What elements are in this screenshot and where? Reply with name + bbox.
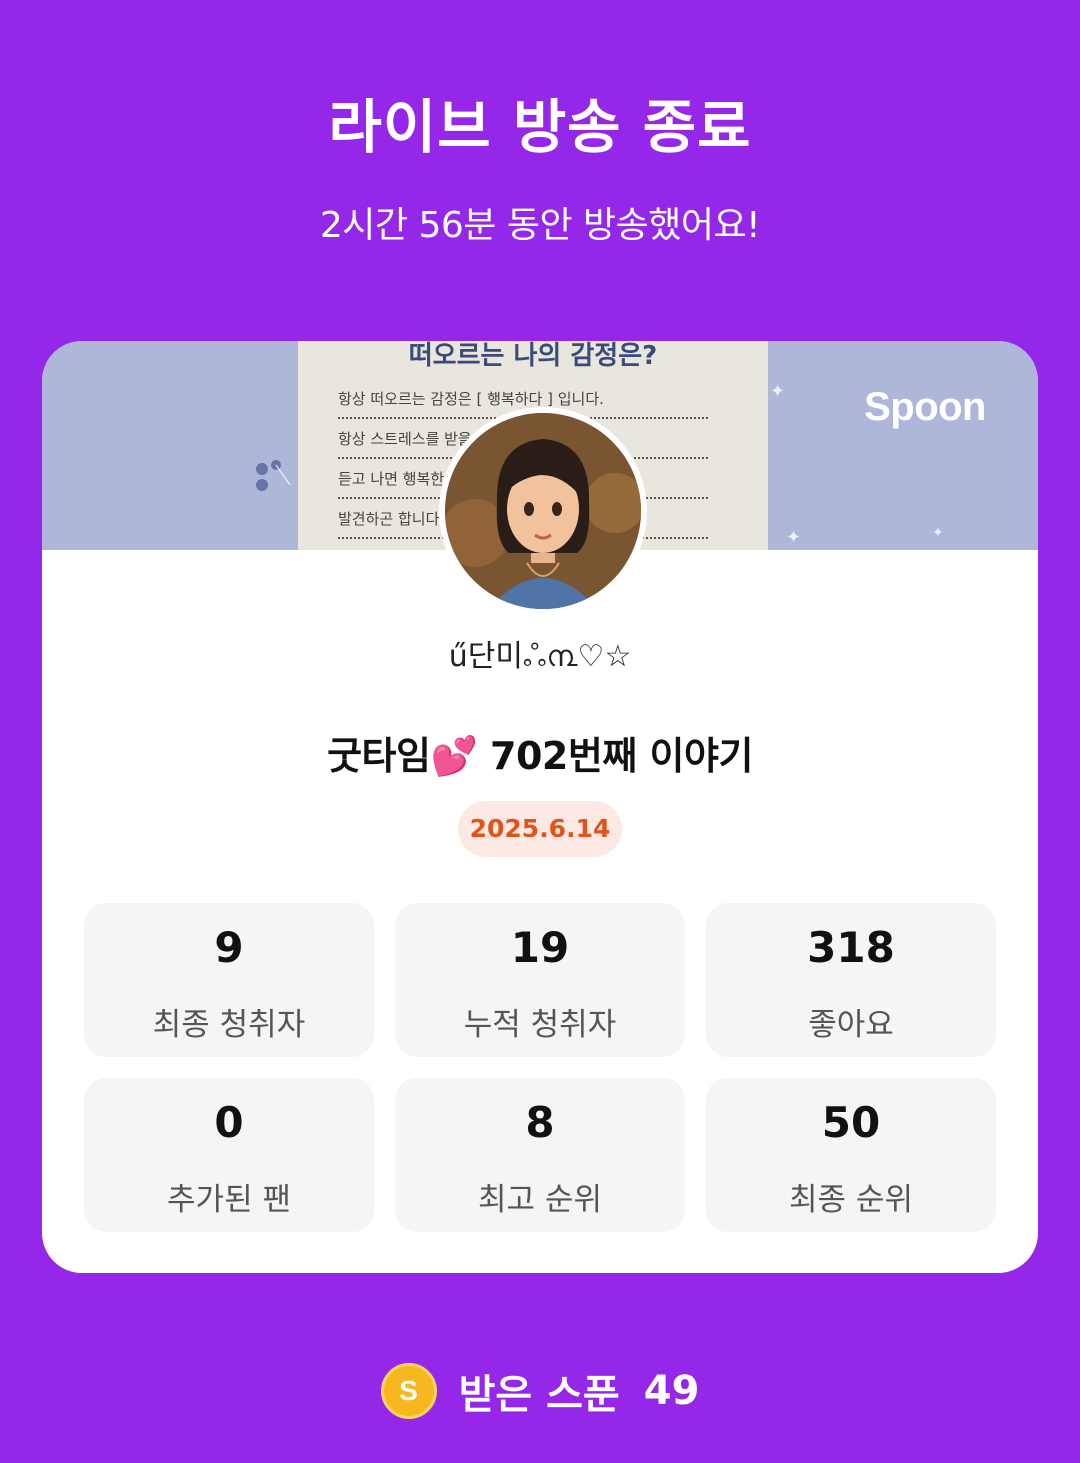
avatar[interactable] [439, 407, 647, 615]
stat-label: 최종 순위 [789, 1182, 913, 1218]
received-spoons: S 받은 스푼 49 [0, 1362, 1080, 1422]
stat-label: 추가된 팬 [167, 1182, 291, 1218]
stat-value: 8 [525, 1098, 555, 1147]
host-username[interactable]: ű단미ஃ൩♡☆ [42, 631, 1038, 678]
broadcast-duration: 2시간 56분 동안 방송했어요! [319, 205, 761, 246]
received-spoons-count: 49 [643, 1368, 700, 1414]
broadcast-summary-card: 떠오르는 나의 감정은? 항상 떠오르는 감정은 [ 행복하다 ] 입니다. 항… [42, 341, 1038, 1273]
sparkle-icon: ✦ [932, 525, 944, 541]
stat-value: 9 [214, 923, 244, 972]
stat-final-listeners: 9 최종 청취자 [84, 903, 374, 1057]
spoon-logo: Spoon [864, 385, 986, 429]
broadcast-title-text: 굿타임 [327, 734, 431, 778]
broadcast-title: 굿타임💕 702번째 이야기 [42, 725, 1038, 780]
stat-highest-rank: 8 최고 순위 [395, 1078, 685, 1232]
stat-total-listeners: 19 누적 청취자 [395, 903, 685, 1057]
received-spoons-label: 받은 스푼 [458, 1372, 620, 1418]
sparkle-icon: ✦ [770, 381, 786, 402]
stat-label: 최종 청취자 [152, 1007, 306, 1043]
dots-decoration-icon [256, 460, 291, 491]
stat-label: 최고 순위 [478, 1182, 602, 1218]
two-hearts-icon: 💕 [430, 734, 478, 778]
sparkle-icon: ✦ [786, 527, 802, 548]
broadcast-date-badge: 2025.6.14 [458, 801, 622, 857]
stat-label: 누적 청취자 [463, 1007, 617, 1043]
stat-new-fans: 0 추가된 팬 [84, 1078, 374, 1232]
stat-value: 50 [821, 1098, 881, 1147]
stat-likes: 318 좋아요 [706, 903, 996, 1057]
page-title: 라이브 방송 종료 [328, 93, 752, 161]
stat-final-rank: 50 최종 순위 [706, 1078, 996, 1232]
cover-paper-title: 떠오르는 나의 감정은? [408, 341, 658, 371]
broadcast-title-episode: 702번째 이야기 [490, 734, 753, 778]
stat-value: 19 [510, 923, 570, 972]
spoon-coin-icon: S [380, 1363, 437, 1419]
stat-value: 318 [807, 923, 895, 972]
stat-value: 0 [214, 1098, 244, 1147]
stat-label: 좋아요 [808, 1007, 894, 1043]
